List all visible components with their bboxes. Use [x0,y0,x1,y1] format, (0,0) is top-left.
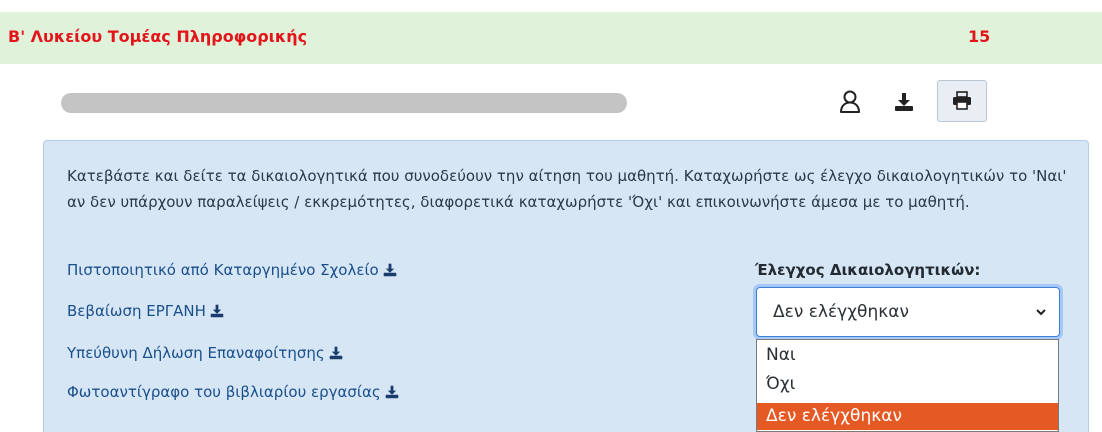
instructions-text: Κατεβάστε και δείτε τα δικαιολογητικά πο… [67,167,1067,211]
class-title: Β' Λυκείου Τομέας Πληροφορικής [8,27,308,46]
print-button[interactable] [937,80,987,122]
document-link-certificate[interactable]: Πιστοποιητικό από Καταργημένο Σχολείο [67,261,397,279]
select-value: Δεν ελέγχθηκαν [773,302,909,322]
option-no[interactable]: Όχι [757,371,1058,398]
download-icon[interactable] [884,82,924,122]
user-icon[interactable] [830,82,870,122]
option-yes[interactable]: Ναι [757,342,1058,369]
option-not-checked[interactable]: Δεν ελέγχθηκαν [757,403,1058,430]
document-link-ergani[interactable]: Βεβαίωση ΕΡΓΑΝΗ [67,302,224,320]
print-icon [953,91,971,110]
chevron-down-icon [1036,309,1046,316]
select-options-list: Ναι Όχι Δεν ελέγχθηκαν [756,339,1059,432]
download-icon [385,385,398,399]
download-icon [210,304,224,318]
documents-check-label: Έλεγχος Δικαιολογητικών: [755,261,981,279]
document-link-declaration[interactable]: Υπεύθυνη Δήλωση Επαναφοίτησης [67,344,343,362]
student-count: 15 [968,27,991,46]
document-link-work-booklet[interactable]: Φωτοαντίγραφο του βιβλιαρίου εργασίας [67,383,399,401]
redacted-name [61,93,627,113]
student-name-field [44,78,644,128]
download-icon [383,263,397,277]
documents-check-select[interactable]: Δεν ελέγχθηκαν [756,287,1060,337]
download-icon [329,346,342,360]
header-bar: Β' Λυκείου Τομέας Πληροφορικής 15 [0,12,1102,64]
